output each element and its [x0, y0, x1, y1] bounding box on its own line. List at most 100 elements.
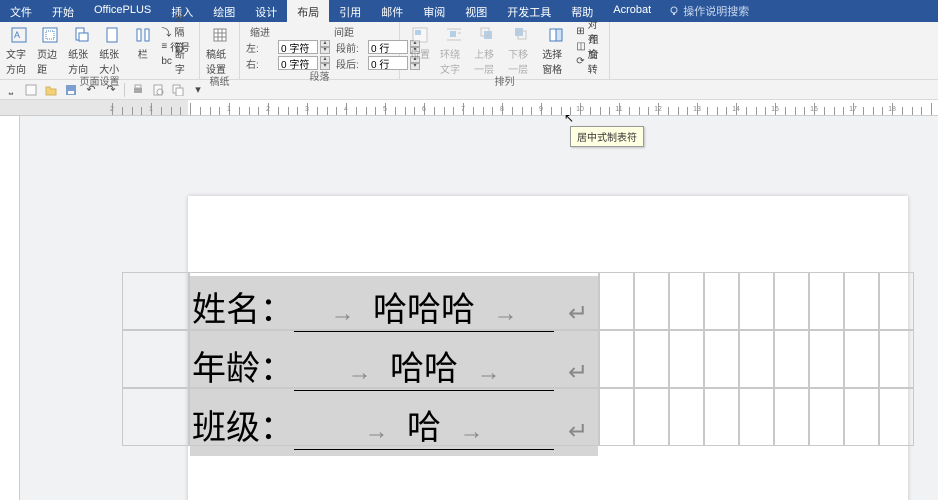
lightbulb-icon	[669, 6, 679, 16]
tab-view[interactable]: 视图	[455, 0, 497, 22]
text-direction-icon: A	[10, 26, 28, 44]
doc-line-3[interactable]: 班级： → 哈 → ↵	[192, 400, 588, 450]
rotate-icon: ⟳	[576, 56, 584, 67]
position-button[interactable]: 位置	[406, 24, 434, 61]
tab-arrow-icon: →	[331, 301, 355, 327]
tab-review[interactable]: 审阅	[413, 0, 455, 22]
selection-pane-button[interactable]: 选择窗格	[542, 24, 570, 76]
tab-arrow-icon: →	[348, 360, 372, 386]
svg-text:A: A	[14, 30, 20, 40]
qat-save-icon[interactable]	[64, 83, 78, 97]
tab-draw[interactable]: 绘图	[203, 0, 245, 22]
qat-preview-icon[interactable]	[151, 83, 165, 97]
qat-print-icon[interactable]	[131, 83, 145, 97]
tab-arrow-icon: →	[494, 301, 518, 327]
bring-forward-button[interactable]: 上移一层	[474, 24, 502, 76]
margins-button[interactable]: 页边距	[37, 24, 62, 76]
manuscript-icon	[211, 26, 229, 44]
tab-arrow-icon: →	[365, 419, 389, 445]
tab-officeplus[interactable]: OfficePLUS	[84, 0, 161, 22]
line3-label: 班级：	[192, 400, 294, 449]
send-backward-button[interactable]: 下移一层	[508, 24, 536, 76]
spin-up[interactable]: ▴	[320, 40, 330, 47]
tab-developer[interactable]: 开发工具	[497, 0, 561, 22]
wrap-text-button[interactable]: 环绕文字	[440, 24, 468, 76]
hyphenation-button[interactable]: bc断字	[161, 54, 193, 68]
group-label-arrange: 排列	[406, 76, 603, 90]
paragraph-mark-icon: ↵	[568, 417, 588, 446]
ruler-tab-tooltip: 居中式制表符	[570, 126, 644, 147]
horizontal-ruler[interactable]: 21123456789101112131415161718	[0, 100, 938, 116]
indent-left-input[interactable]	[278, 40, 318, 54]
orientation-button[interactable]: 纸张方向	[68, 24, 93, 76]
line1-value: 哈哈哈	[373, 292, 475, 329]
tab-mailings[interactable]: 邮件	[371, 0, 413, 22]
group-label-paragraph: 段落	[246, 71, 393, 85]
doc-line-2[interactable]: 年龄： → 哈哈 → ↵	[192, 341, 588, 391]
columns-button[interactable]: 栏	[130, 24, 155, 61]
group-manuscript: 稿纸设置 稿纸	[200, 22, 240, 79]
qat-redo-icon[interactable]: ↷	[104, 83, 118, 97]
indent-right-input[interactable]	[278, 56, 318, 70]
tab-references[interactable]: 引用	[329, 0, 371, 22]
line3-value: 哈	[407, 410, 441, 447]
ribbon-tabs: 文件 开始 OfficePLUS 插入 绘图 设计 布局 引用 邮件 审阅 视图…	[0, 0, 938, 22]
selection-pane-icon	[547, 26, 565, 44]
rotate-button[interactable]: ⟳旋转	[576, 54, 603, 68]
align-icon: ⊞	[576, 26, 584, 37]
text-direction-button[interactable]: A 文字方向	[6, 24, 31, 76]
line2-value: 哈哈	[390, 351, 458, 388]
qat-undo-icon[interactable]: ↶	[84, 83, 98, 97]
breaks-button[interactable]: ⤵分隔符	[161, 24, 193, 38]
indent-right-row: 右: ▴▾	[246, 55, 330, 71]
qat-more-icon[interactable]: ▾	[191, 83, 205, 97]
hyphenation-icon: bc	[161, 56, 172, 67]
line2-label: 年龄：	[192, 341, 294, 390]
spin-down[interactable]: ▾	[320, 47, 330, 54]
qat-divider	[124, 83, 125, 97]
size-icon	[103, 26, 121, 44]
document-workspace: 姓名： → 哈哈哈 → ↵ 年龄： → 哈哈 → ↵ 班级： → 哈 → ↵	[0, 116, 938, 500]
spacing-header: 间距	[334, 24, 354, 39]
qat-new-icon[interactable]	[24, 83, 38, 97]
qat-open-icon[interactable]	[44, 83, 58, 97]
tab-home[interactable]: 开始	[42, 0, 84, 22]
columns-icon	[134, 26, 152, 44]
indent-header: 缩进	[250, 24, 270, 39]
line1-label: 姓名：	[192, 282, 294, 331]
indent-left-row: 左: ▴▾	[246, 39, 330, 55]
size-button[interactable]: 纸张大小	[99, 24, 124, 76]
send-backward-icon	[513, 26, 531, 44]
tab-design[interactable]: 设计	[245, 0, 287, 22]
ribbon: A 文字方向 页边距 纸张方向 纸张大小 栏 ⤵分隔符 ≡行号	[0, 22, 938, 80]
tab-layout[interactable]: 布局	[287, 0, 329, 22]
group-icon: ◫	[576, 41, 585, 52]
margins-icon	[41, 26, 59, 44]
tell-me-search[interactable]: 操作说明搜索	[661, 0, 757, 22]
manuscript-settings-button[interactable]: 稿纸设置	[206, 24, 233, 76]
position-icon	[411, 26, 429, 44]
bring-forward-icon	[479, 26, 497, 44]
qat-copy-icon[interactable]	[171, 83, 185, 97]
spin-down[interactable]: ▾	[320, 63, 330, 70]
spin-up[interactable]: ▴	[320, 56, 330, 63]
group-page-setup: A 文字方向 页边距 纸张方向 纸张大小 栏 ⤵分隔符 ≡行号	[0, 22, 200, 79]
tab-acrobat[interactable]: Acrobat	[603, 0, 661, 22]
tab-arrow-icon: →	[477, 360, 501, 386]
qat-tab-left-icon[interactable]: ⎵	[4, 83, 18, 97]
mouse-cursor-icon: ↖	[564, 111, 574, 125]
orientation-icon	[72, 26, 90, 44]
breaks-icon: ⤵	[161, 24, 171, 39]
paragraph-mark-icon: ↵	[568, 358, 588, 387]
group-label-manuscript: 稿纸	[206, 76, 233, 90]
tab-file[interactable]: 文件	[0, 0, 42, 22]
wrap-text-icon	[445, 26, 463, 44]
search-hint-text: 操作说明搜索	[683, 3, 749, 19]
paragraph-mark-icon: ↵	[568, 299, 588, 328]
line-numbers-icon: ≡	[161, 41, 167, 52]
group-paragraph: 缩进 间距 左: ▴▾ 右: ▴▾	[240, 22, 400, 79]
doc-line-1[interactable]: 姓名： → 哈哈哈 → ↵	[192, 282, 588, 332]
tab-arrow-icon: →	[460, 419, 484, 445]
group-arrange: 位置 环绕文字 上移一层 下移一层 选择窗格 ⊞对齐 ◫组合 ⟳旋转	[400, 22, 610, 79]
vertical-ruler[interactable]	[0, 116, 20, 500]
